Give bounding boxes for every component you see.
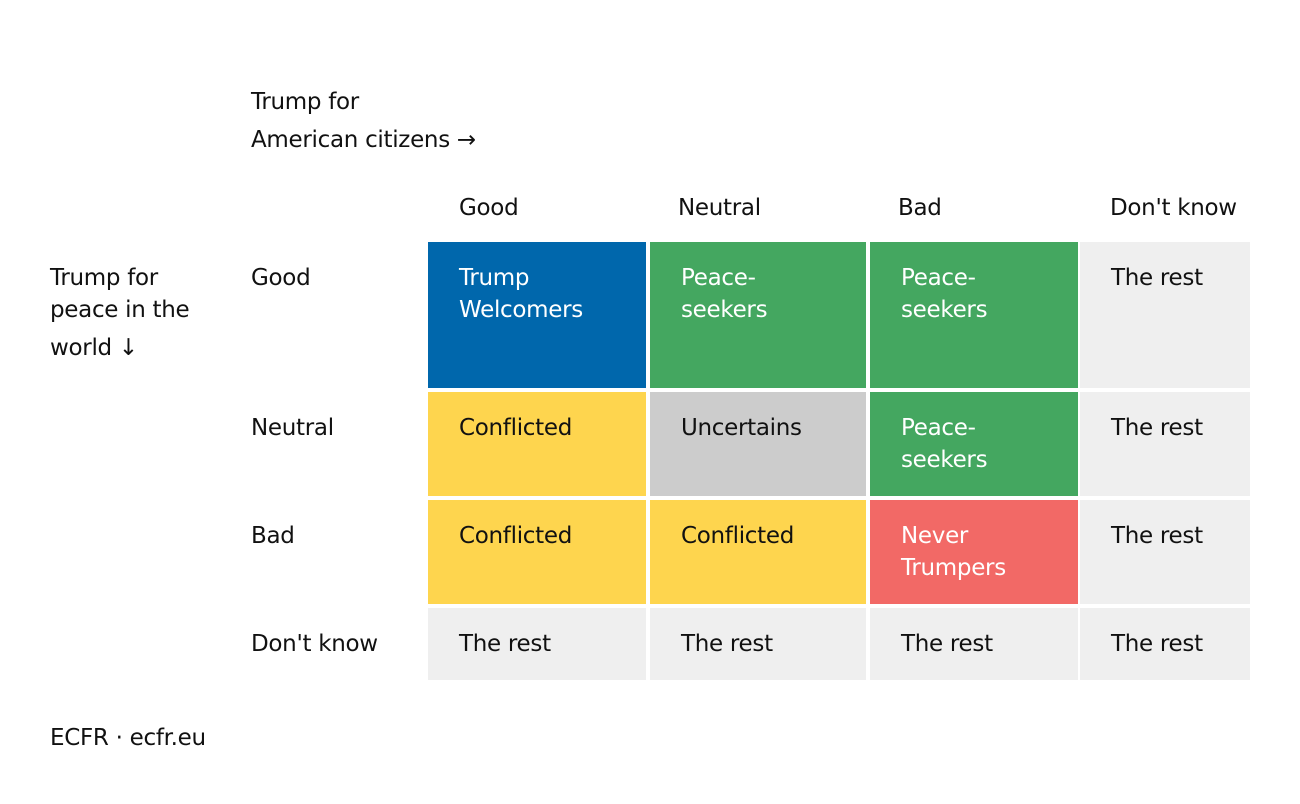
row-header-dont-know: Don't know (251, 631, 378, 657)
row-header-good: Good (251, 265, 311, 291)
row-header-neutral: Neutral (251, 415, 334, 441)
cell-uncertains: Uncertains (650, 392, 866, 496)
cell-peace-seekers: Peace- seekers (870, 242, 1078, 388)
cell-never-trumpers: Never Trumpers (870, 500, 1078, 604)
cell-the-rest: The rest (1080, 392, 1250, 496)
cell-the-rest: The rest (1080, 242, 1250, 388)
cell-peace-seekers: Peace- seekers (650, 242, 866, 388)
segment-matrix: Trump for American citizens → Trump for … (0, 0, 1300, 804)
y-axis-title-line2: peace in the (50, 297, 190, 323)
x-axis-title-line2: American citizens → (251, 127, 476, 153)
cell-conflicted: Conflicted (428, 392, 646, 496)
y-axis-title-line1: Trump for (50, 265, 158, 291)
cell-trump-welcomers: Trump Welcomers (428, 242, 646, 388)
column-header-good: Good (459, 195, 519, 221)
column-header-dont-know: Don't know (1110, 195, 1237, 221)
column-header-bad: Bad (898, 195, 942, 221)
cell-the-rest: The rest (1080, 500, 1250, 604)
cell-the-rest: The rest (870, 608, 1078, 680)
source-credit: ECFR · ecfr.eu (50, 725, 206, 751)
row-header-bad: Bad (251, 523, 295, 549)
x-axis-title-line1: Trump for (251, 89, 359, 115)
cell-conflicted: Conflicted (428, 500, 646, 604)
cell-peace-seekers: Peace- seekers (870, 392, 1078, 496)
cell-conflicted: Conflicted (650, 500, 866, 604)
cell-the-rest: The rest (428, 608, 646, 680)
y-axis-title-line3: world ↓ (50, 335, 138, 361)
cell-the-rest: The rest (650, 608, 866, 680)
column-header-neutral: Neutral (678, 195, 761, 221)
cell-the-rest: The rest (1080, 608, 1250, 680)
